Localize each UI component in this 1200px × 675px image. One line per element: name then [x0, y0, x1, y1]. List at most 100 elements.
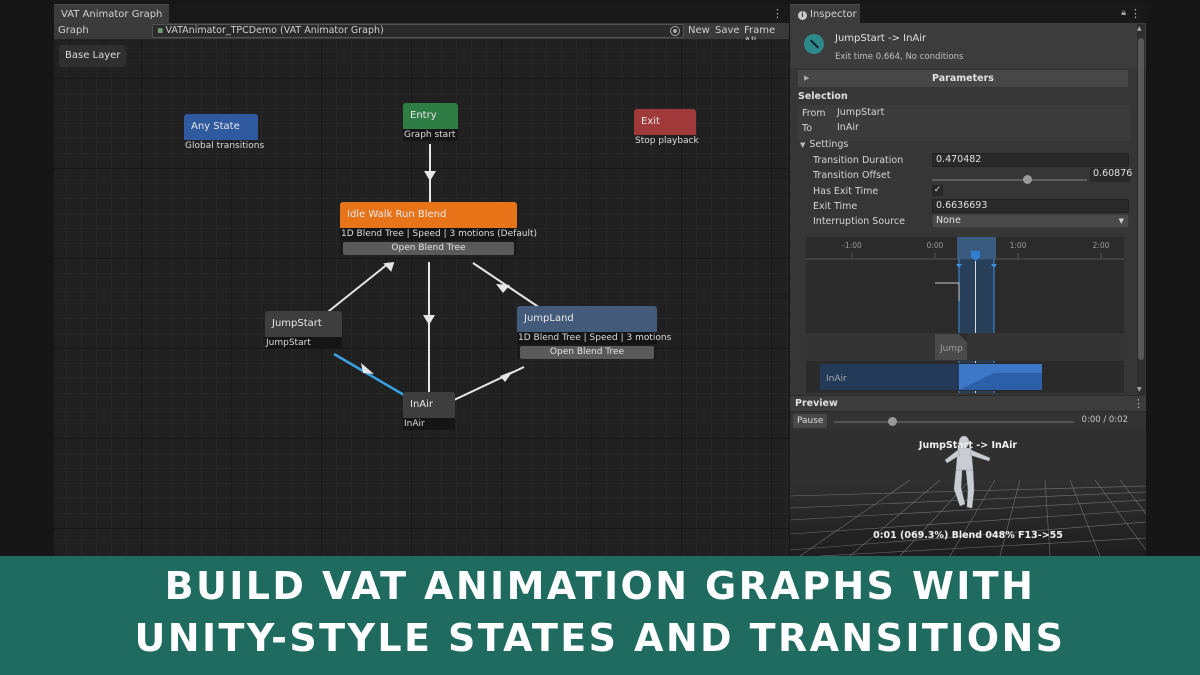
- node-entry-subtitle: Graph start: [403, 129, 458, 141]
- transition-timeline[interactable]: -1:00 0:00 1:00 2:00 Jump InAir: [806, 237, 1124, 393]
- node-jumpland[interactable]: JumpLand 1D Blend Tree | Speed | 3 motio…: [517, 306, 672, 362]
- node-jumpstart[interactable]: JumpStart JumpStart: [265, 311, 342, 349]
- has-exit-time-label: Has Exit Time: [813, 186, 879, 197]
- object-picker-icon[interactable]: [670, 26, 680, 36]
- node-idle-walk-run-subtitle: 1D Blend Tree | Speed | 3 motions (Defau…: [340, 228, 538, 240]
- node-inair-subtitle: InAir: [403, 418, 455, 430]
- target-clip-label: InAir: [826, 374, 847, 384]
- inspector-scrollbar[interactable]: ▲ ▼: [1137, 24, 1145, 394]
- preview-scrubber-knob[interactable]: [887, 417, 897, 426]
- checkmark-icon: ✓: [933, 185, 942, 195]
- base-layer-button[interactable]: Base Layer: [59, 45, 127, 67]
- parameters-label: Parameters: [932, 73, 994, 84]
- node-jumpland-title: JumpLand: [517, 306, 657, 332]
- node-any-state[interactable]: Any State Global transitions: [184, 114, 265, 152]
- scroll-down-icon[interactable]: ▼: [1137, 386, 1142, 393]
- preview-transition-title: JumpStart -> InAir: [918, 440, 1018, 451]
- graph-tabbar: VAT Animator Graph ⋮: [54, 4, 789, 23]
- preview-label: Preview: [795, 398, 838, 409]
- transition-offset-field[interactable]: 0.60876: [1090, 168, 1132, 182]
- lock-icon[interactable]: 🔒︎: [1121, 8, 1126, 18]
- exit-time-field[interactable]: 0.6636693: [932, 199, 1129, 213]
- foldout-arrow-icon: ▶: [804, 74, 810, 82]
- node-inair-title: InAir: [403, 392, 455, 418]
- node-jumpstart-subtitle: JumpStart: [265, 337, 342, 349]
- preview-scrubber[interactable]: [834, 417, 1074, 426]
- timeline-tick-label-2: 0:00: [927, 241, 944, 250]
- inspector-header: JumpStart -> InAir Exit time 0.664, No c…: [790, 23, 1146, 68]
- node-exit-subtitle: Stop playback: [635, 136, 699, 146]
- node-idle-walk-run-footer: 1D Blend Tree | Speed | 3 motions (Defau…: [340, 228, 538, 255]
- node-idle-walk-run-blend[interactable]: Idle Walk Run Blend 1D Blend Tree | Spee…: [340, 202, 538, 258]
- to-label: To: [802, 123, 813, 134]
- node-any-state-title: Any State: [184, 114, 258, 140]
- transition-duration-field[interactable]: 0.470482: [932, 153, 1129, 167]
- preview-menu-icon[interactable]: ⋮: [1133, 397, 1144, 410]
- from-label: From: [802, 108, 826, 119]
- transition-duration-label: Transition Duration: [813, 155, 904, 166]
- inspector-detail: Exit time 0.664, No conditions: [835, 52, 964, 62]
- inspector-tabbar: i Inspector 🔒︎ ⋮: [790, 4, 1146, 23]
- chevron-down-icon: ▼: [1118, 217, 1124, 225]
- interruption-source-value: None: [936, 215, 961, 226]
- tab-vat-animator-graph[interactable]: VAT Animator Graph: [54, 4, 170, 23]
- save-button[interactable]: Save: [715, 25, 740, 36]
- graph-label: Graph: [58, 25, 89, 36]
- edge-jumpstart-to-inair[interactable]: [333, 352, 405, 397]
- node-inair[interactable]: InAir InAir: [403, 392, 455, 430]
- preview-viewport[interactable]: JumpStart -> InAir 0:01 (069.3%) Blend 0…: [790, 430, 1146, 556]
- open-blend-tree-button[interactable]: Open Blend Tree: [343, 242, 514, 255]
- banner-headline-line-1: BUILD VAT ANIMATION GRAPHS WITH: [164, 564, 1036, 608]
- selection-label: Selection: [798, 91, 848, 102]
- new-button[interactable]: New: [688, 25, 710, 36]
- node-idle-walk-run-title: Idle Walk Run Blend: [340, 202, 517, 228]
- has-exit-time-checkbox[interactable]: ✓: [932, 185, 943, 196]
- open-blend-tree-button-jumpland[interactable]: Open Blend Tree: [520, 346, 654, 359]
- edge-jumpland-to-idle-arrow: [496, 284, 510, 293]
- preview-header[interactable]: Preview ⋮: [790, 395, 1146, 411]
- scroll-up-icon[interactable]: ▲: [1137, 25, 1142, 32]
- tab-inspector[interactable]: i Inspector: [790, 4, 860, 23]
- inspector-menu-icon[interactable]: ⋮: [1130, 7, 1141, 20]
- node-entry-title: Entry: [403, 103, 458, 129]
- scrollbar-thumb[interactable]: [1138, 38, 1144, 360]
- node-entry[interactable]: Entry Graph start: [403, 103, 458, 141]
- node-jumpstart-title: JumpStart: [265, 311, 342, 337]
- parameters-foldout[interactable]: ▶ Parameters: [798, 70, 1128, 87]
- graph-canvas[interactable]: Base Layer Any State Global transitions …: [54, 40, 789, 556]
- more-menu-icon[interactable]: ⋮: [772, 7, 783, 20]
- inspector-title: JumpStart -> InAir: [835, 33, 927, 44]
- graph-asset-field[interactable]: ▪ VATAnimator_TPCDemo (VAT Animator Graph…: [152, 24, 684, 38]
- graph-asset-value: VATAnimator_TPCDemo (VAT Animator Graph): [165, 25, 384, 36]
- preview-status: 0:01 (069.3%) Blend 048% F13->55: [873, 530, 1063, 541]
- inspector-panel: i Inspector 🔒︎ ⋮ JumpStart -> InAir Exit …: [790, 4, 1146, 556]
- edge-idle-to-jumpstart[interactable]: [323, 262, 390, 316]
- interruption-source-dropdown[interactable]: None ▼: [932, 214, 1129, 228]
- banner-headline-line-2: UNITY-STYLE STATES AND TRANSITIONS: [134, 616, 1066, 660]
- graph-toolbar: Graph ▪ VATAnimator_TPCDemo (VAT Animator…: [54, 23, 789, 47]
- interruption-source-label: Interruption Source: [813, 216, 905, 227]
- transition-icon: [804, 34, 824, 54]
- from-value: JumpStart: [837, 107, 885, 118]
- graph-window: VAT Animator Graph ⋮ Graph ▪ VATAnimator_…: [54, 4, 789, 556]
- exit-time-label: Exit Time: [813, 201, 858, 212]
- node-any-state-subtitle: Global transitions: [185, 141, 265, 151]
- foldout-open-icon: ▼: [800, 141, 806, 149]
- node-jumpland-subtitle: 1D Blend Tree | Speed | 3 motions: [517, 332, 672, 344]
- timeline-tick-label-3: 1:00: [1010, 241, 1027, 250]
- edge-jumpstart-to-inair-arrow: [361, 363, 374, 374]
- node-jumpland-footer: 1D Blend Tree | Speed | 3 motions Open B…: [517, 332, 672, 359]
- preview-time: 0:00 / 0:02: [1081, 415, 1128, 425]
- pause-button[interactable]: Pause: [793, 414, 828, 428]
- info-icon: i: [798, 11, 807, 20]
- transition-offset-slider[interactable]: [932, 175, 1087, 184]
- settings-foldout[interactable]: ▼ Settings: [800, 139, 848, 150]
- edge-inair-to-jumpland[interactable]: [453, 366, 525, 401]
- timeline-graphic: -1:00 0:00 1:00 2:00 Jump InAir: [806, 237, 1124, 393]
- settings-label: Settings: [809, 139, 849, 150]
- transition-offset-slider-knob[interactable]: [1022, 175, 1032, 184]
- node-exit[interactable]: Exit Stop playback: [634, 109, 699, 147]
- node-exit-title: Exit: [634, 109, 696, 135]
- edge-idle-to-inair-arrow: [423, 315, 435, 325]
- asset-icon: ▪: [157, 25, 164, 36]
